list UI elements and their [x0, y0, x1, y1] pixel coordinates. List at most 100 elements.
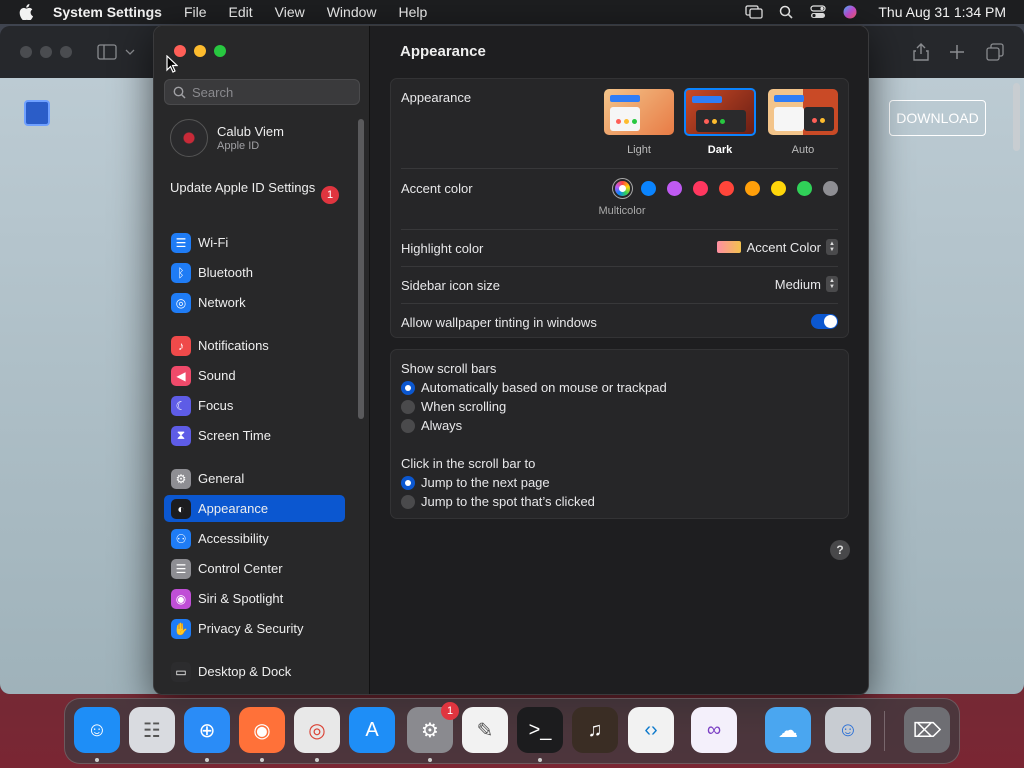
download-button[interactable]: DOWNLOAD [889, 100, 986, 136]
scroll-bars-when-scrolling-radio[interactable]: When scrolling [401, 399, 506, 414]
sidebar-icon-size-select[interactable]: Medium ▲ ▼ [775, 276, 838, 292]
siri-menubar-icon[interactable] [837, 0, 863, 24]
accessibility-icon: ⚇ [171, 528, 191, 549]
sidebar-toggle-icon[interactable] [96, 42, 118, 62]
sidebar-item-desktop-dock[interactable]: ▭ Desktop & Dock [164, 658, 345, 685]
firefox-icon[interactable]: ◉ [239, 707, 285, 753]
sidebar-item-label: Privacy & Security [198, 621, 304, 636]
page-title: Appearance [400, 43, 486, 60]
app-store-icon[interactable]: A [349, 707, 395, 753]
sidebar-item-label: General [198, 471, 245, 486]
weather-icon[interactable]: ☁ [765, 707, 811, 753]
sidebar-item-accessibility[interactable]: ⚇ Accessibility [164, 525, 345, 552]
accent-color-swatch[interactable] [667, 181, 682, 196]
zoom-button[interactable] [214, 45, 226, 57]
textedit-icon[interactable]: ✎ [462, 707, 508, 753]
radio-label: When scrolling [421, 399, 507, 414]
scroll-bars-always-radio[interactable]: Always [401, 418, 462, 433]
sidebar-item-general[interactable]: ⚙ General [164, 465, 345, 492]
accent-color-swatch[interactable] [797, 181, 812, 196]
appearance-light-option[interactable] [604, 89, 674, 135]
running-indicator [538, 758, 542, 762]
sidebar-item-bluetooth[interactable]: ᛒ Bluetooth [164, 259, 345, 286]
sidebar-item-network[interactable]: ◎ Network [164, 289, 345, 316]
accent-multicolor-swatch[interactable] [615, 181, 630, 196]
accent-color-swatch[interactable] [771, 181, 786, 196]
click-jump-to-spot-radio[interactable]: Jump to the spot that’s clicked [401, 494, 595, 509]
radio-label: Jump to the spot that’s clicked [421, 494, 595, 509]
chrome-icon[interactable]: ◎ [294, 707, 340, 753]
update-apple-id-item[interactable]: Update Apple ID Settings [170, 180, 345, 196]
update-badge: 1 [321, 186, 339, 204]
safari-icon[interactable]: ⊕ [184, 707, 230, 753]
accent-color-swatch[interactable] [693, 181, 708, 196]
apple-id-account[interactable]: Calub Viem Apple ID [170, 119, 284, 157]
visual-studio-icon[interactable]: ∞ [691, 707, 737, 753]
browser-zoom-button[interactable] [60, 46, 72, 58]
sidebar-item-label: Bluetooth [198, 265, 253, 280]
terminal-icon[interactable]: >_ [517, 707, 563, 753]
browser-scrollbar[interactable] [1013, 83, 1020, 151]
minimize-button[interactable] [194, 45, 206, 57]
help-button[interactable]: ? [830, 540, 850, 560]
appearance-auto-option[interactable] [768, 89, 838, 135]
menu-window[interactable]: Window [316, 0, 388, 24]
menu-edit[interactable]: Edit [218, 0, 264, 24]
sidebar-item-label: Appearance [198, 501, 269, 516]
chevron-down-icon[interactable] [124, 42, 136, 62]
new-tab-icon[interactable] [946, 42, 968, 62]
bell-icon: ♪ [171, 335, 191, 356]
sidebar-item-sound[interactable]: ◀ Sound [164, 362, 345, 389]
finder-icon[interactable]: ☺ [74, 707, 120, 753]
garageband-icon[interactable]: ♫ [572, 707, 618, 753]
accent-color-swatch[interactable] [745, 181, 760, 196]
search-input[interactable] [192, 84, 352, 100]
sidebar-item-focus[interactable]: ☾ Focus [164, 392, 345, 419]
menu-view[interactable]: View [264, 0, 316, 24]
dock-separator [671, 711, 672, 751]
accent-color-swatch[interactable] [823, 181, 838, 196]
apple-menu-icon[interactable] [15, 0, 37, 24]
browser-close-button[interactable] [20, 46, 32, 58]
share-icon[interactable] [910, 42, 932, 62]
sidebar-item-siri-spotlight[interactable]: ◉ Siri & Spotlight [164, 585, 345, 612]
sidebar-item-appearance[interactable]: ◐ Appearance [164, 495, 345, 522]
menubar-clock[interactable]: Thu Aug 31 1:34 PM [878, 4, 1006, 20]
screen-mirroring-icon[interactable] [741, 0, 767, 24]
accent-color-swatch[interactable] [641, 181, 656, 196]
scroll-bars-automatic-radio[interactable]: Automatically based on mouse or trackpad [401, 380, 667, 395]
click-jump-next-page-radio[interactable]: Jump to the next page [401, 475, 550, 490]
account-subtitle: Apple ID [217, 140, 260, 152]
control-center-menubar-icon[interactable] [805, 0, 831, 24]
browser-minimize-button[interactable] [40, 46, 52, 58]
account-name: Calub Viem [217, 124, 284, 139]
divider [401, 303, 838, 304]
dock: ☺ ☷ ⊕ ◉ ◎ A ⚙ ✎ >_ ♫ ‹› ∞ ☁ ☺ ⌦ 1 [64, 698, 960, 764]
stepper-chevrons-icon: ▲ ▼ [826, 276, 838, 292]
sidebar-search[interactable] [164, 79, 360, 105]
menu-help[interactable]: Help [388, 0, 439, 24]
menu-app-name[interactable]: System Settings [47, 0, 173, 24]
sidebar-item-wi-fi[interactable]: ☰ Wi-Fi [164, 229, 345, 256]
appearance-dark-option[interactable] [684, 88, 756, 136]
sidebar-item-label: Screen Time [198, 428, 271, 443]
sidebar-item-control-center[interactable]: ☰ Control Center [164, 555, 345, 582]
tab-overview-icon[interactable] [984, 42, 1006, 62]
sidebar-scrollbar[interactable] [358, 119, 364, 419]
menu-file[interactable]: File [173, 0, 218, 24]
accent-color-swatch[interactable] [719, 181, 734, 196]
spotlight-search-icon[interactable] [773, 0, 799, 24]
sidebar-item-label: Wi-Fi [198, 235, 229, 250]
radio-label: Always [421, 418, 463, 433]
sidebar-item-privacy-security[interactable]: ✋ Privacy & Security [164, 615, 345, 642]
preview-icon[interactable]: ☺ [825, 707, 871, 753]
site-logo-icon[interactable] [24, 100, 50, 126]
launchpad-icon[interactable]: ☷ [129, 707, 175, 753]
highlight-color-select[interactable]: Accent Color ▲ ▼ [716, 239, 838, 255]
sidebar-icon-size-label: Sidebar icon size [401, 278, 500, 293]
trash-icon[interactable]: ⌦ [904, 707, 950, 753]
vscode-icon[interactable]: ‹› [628, 707, 674, 753]
sidebar-item-screen-time[interactable]: ⧗ Screen Time [164, 422, 345, 449]
sidebar-item-notifications[interactable]: ♪ Notifications [164, 332, 345, 359]
wallpaper-tinting-toggle[interactable] [811, 314, 838, 329]
